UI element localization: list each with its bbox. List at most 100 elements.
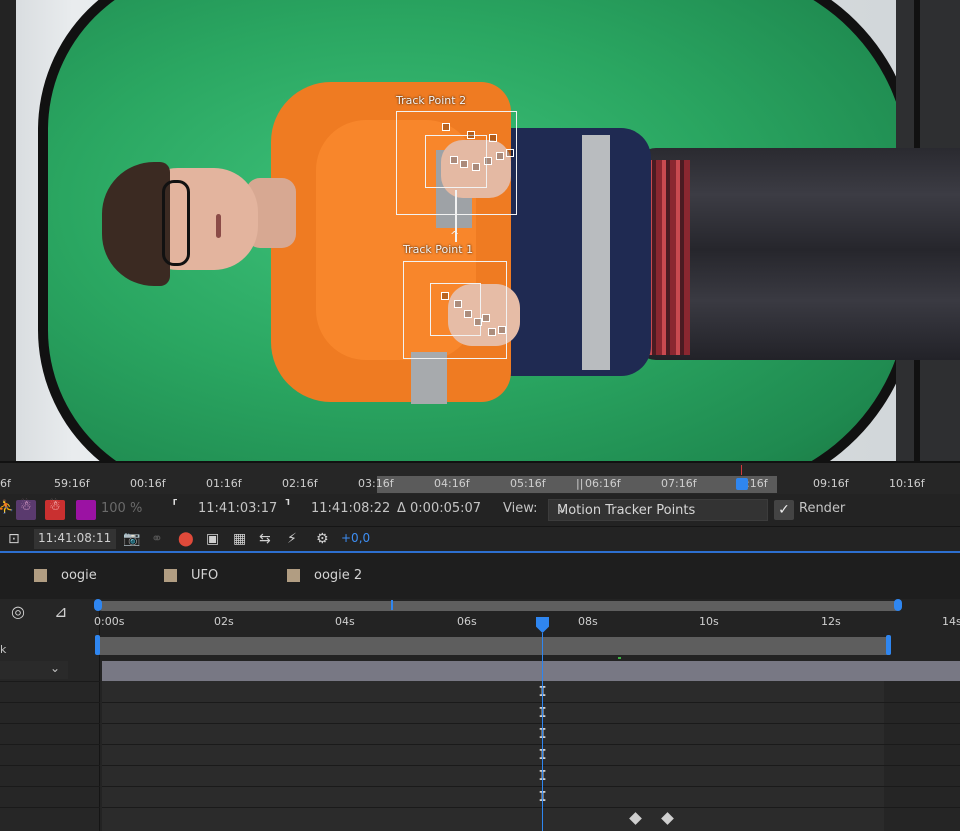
mode-dropdown[interactable]: ⌄ (0, 661, 68, 679)
playhead-handle[interactable] (536, 617, 549, 633)
timeline-ruler-tick: 10s (699, 615, 719, 628)
row-divider (0, 744, 100, 745)
timeline-panel: ◎ ⊿ k ⌄ 0:00s 02s 04s 06s 08s 10s 12s 14… (0, 599, 960, 831)
row-divider (0, 723, 100, 724)
track-point-1-feature-region[interactable] (430, 283, 481, 336)
work-area-start-handle[interactable] (95, 635, 100, 655)
color-swatch-icon[interactable] (76, 500, 96, 520)
chevron-down-icon: ⌄ (557, 502, 568, 516)
current-time-indicator[interactable] (736, 478, 748, 490)
work-area-end-handle[interactable] (886, 635, 891, 655)
feature-point (464, 310, 472, 318)
timeline-ruler-tick: 14s (942, 615, 960, 628)
layer-duration-bar[interactable] (102, 661, 960, 681)
row-divider (102, 807, 960, 808)
timeline-ruler-tick: 02s (214, 615, 234, 628)
row-divider (102, 702, 960, 703)
transparency-grid-icon[interactable]: ▦ (233, 530, 246, 548)
timeline-ruler-tick: 06s (457, 615, 477, 628)
viewer-controls-top: ⛹ ☃ ☃ 100 % ⸢ 11:41:03:17 ⸣ 11:41:08:22 … (0, 494, 960, 527)
layer-tabs: oogie UFO oogie 2 (0, 553, 960, 599)
ruler-tick: 06:16f (585, 477, 621, 490)
time-navigator[interactable] (97, 601, 901, 611)
row-divider (102, 744, 960, 745)
work-area-bar[interactable] (97, 637, 891, 655)
timeline-ruler-tick: 04s (335, 615, 355, 628)
layer-tab-oogie-2[interactable]: oogie 2 (314, 568, 362, 583)
timeline-ruler-tick: 08s (578, 615, 598, 628)
time-navigator-start[interactable] (94, 599, 102, 611)
motion-blur-icon[interactable]: ◎ (11, 603, 25, 621)
label-color-chip[interactable] (287, 569, 300, 582)
timeline-ruler-tick: 0:00s (94, 615, 125, 628)
reflective-stripe (411, 352, 447, 404)
track-point-1-label: Track Point 1 (403, 243, 474, 256)
ruler-tick: 59:16f (54, 477, 90, 490)
region-icon[interactable]: ⊡ (8, 530, 20, 548)
current-time-field[interactable]: 11:41:08:11 (34, 529, 116, 549)
layer-tab-ufo[interactable]: UFO (191, 568, 218, 583)
row-divider (0, 681, 100, 682)
viewer-time-ruler[interactable]: 6f 59:16f 00:16f 01:16f 02:16f 03:16f 04… (0, 461, 960, 494)
out-point-bracket-icon[interactable]: ⸣ (284, 497, 291, 517)
view-icon[interactable]: ▣ (206, 530, 219, 548)
row-divider (0, 807, 100, 808)
time-navigator-end[interactable] (894, 599, 902, 611)
composition-viewer[interactable]: Track Point 2 ^ Track Point 1 (0, 0, 960, 461)
cti-marker-line (741, 465, 742, 475)
out-point-timecode[interactable]: 11:41:08:22 (311, 501, 390, 516)
color-channels-icon[interactable]: ⬤ (178, 530, 194, 548)
puppet-icon[interactable]: ⛹ (0, 500, 14, 515)
render-checkbox[interactable]: ✓ (774, 500, 794, 520)
ruler-tick: 01:16f (206, 477, 242, 490)
toggle-icon[interactable]: ⇆ (259, 530, 271, 548)
link-icon[interactable]: ⚭ (151, 530, 163, 548)
viewer-controls-bottom: ⊡ 11:41:08:11 📷 ⚭ ⬤ ▣ ▦ ⇆ ⚡ ⚙ +0,0 (0, 527, 960, 551)
layer-controls-column: ◎ ⊿ k ⌄ (0, 599, 100, 831)
ruler-tick: 04:16f (434, 477, 470, 490)
property-tracks-out-of-range (884, 681, 960, 831)
view-dropdown[interactable]: Motion Tracker Points ⌄ (548, 499, 768, 521)
chevron-down-icon: ⌄ (50, 661, 61, 675)
ruler-tick: 00:16f (130, 477, 166, 490)
graph-editor-icon[interactable]: ⊿ (54, 603, 67, 621)
feature-point (488, 328, 496, 336)
exposure-icon[interactable]: ⚙ (316, 530, 329, 548)
row-divider (102, 765, 960, 766)
ruler-pipes: || (576, 477, 584, 490)
view-label: View: (503, 501, 538, 516)
ruler-tick: 10:16f (889, 477, 925, 490)
puppet-red-icon: ☃ (49, 499, 61, 514)
checkbox-icon: ✓ (778, 502, 790, 518)
label-color-chip[interactable] (34, 569, 47, 582)
track-point-2-attach-icon[interactable] (442, 123, 450, 131)
label-color-chip[interactable] (164, 569, 177, 582)
feature-point (482, 314, 490, 322)
navigator-cti-marker (391, 600, 393, 610)
feature-point (506, 149, 514, 157)
feature-point (460, 160, 468, 168)
row-divider (0, 702, 100, 703)
property-tracks (102, 681, 884, 831)
row-divider (102, 723, 960, 724)
ruler-tick: 02:16f (282, 477, 318, 490)
reflective-stripe (582, 135, 610, 370)
in-point-timecode[interactable]: 11:41:03:17 (198, 501, 277, 516)
track-point-1-attach-icon[interactable] (441, 292, 449, 300)
exposure-value[interactable]: +0,0 (341, 531, 370, 545)
in-point-bracket-icon[interactable]: ⸢ (172, 497, 179, 517)
link-arrow-icon: ^ (450, 229, 460, 242)
timeline-ruler-tick: 12s (821, 615, 841, 628)
layer-tab-oogie[interactable]: oogie (61, 568, 97, 583)
feature-point (489, 134, 497, 142)
playhead-line (542, 633, 543, 831)
feature-point (498, 326, 506, 334)
camera-icon[interactable]: 📷 (123, 530, 140, 548)
zoom-percent[interactable]: 100 % (101, 501, 142, 516)
fast-preview-icon[interactable]: ⚡ (287, 530, 297, 548)
ruler-tick: 6f (0, 477, 11, 490)
person-mouth (216, 214, 221, 238)
person-glasses (162, 180, 190, 266)
ruler-tick: 07:16f (661, 477, 697, 490)
row-divider (0, 765, 100, 766)
